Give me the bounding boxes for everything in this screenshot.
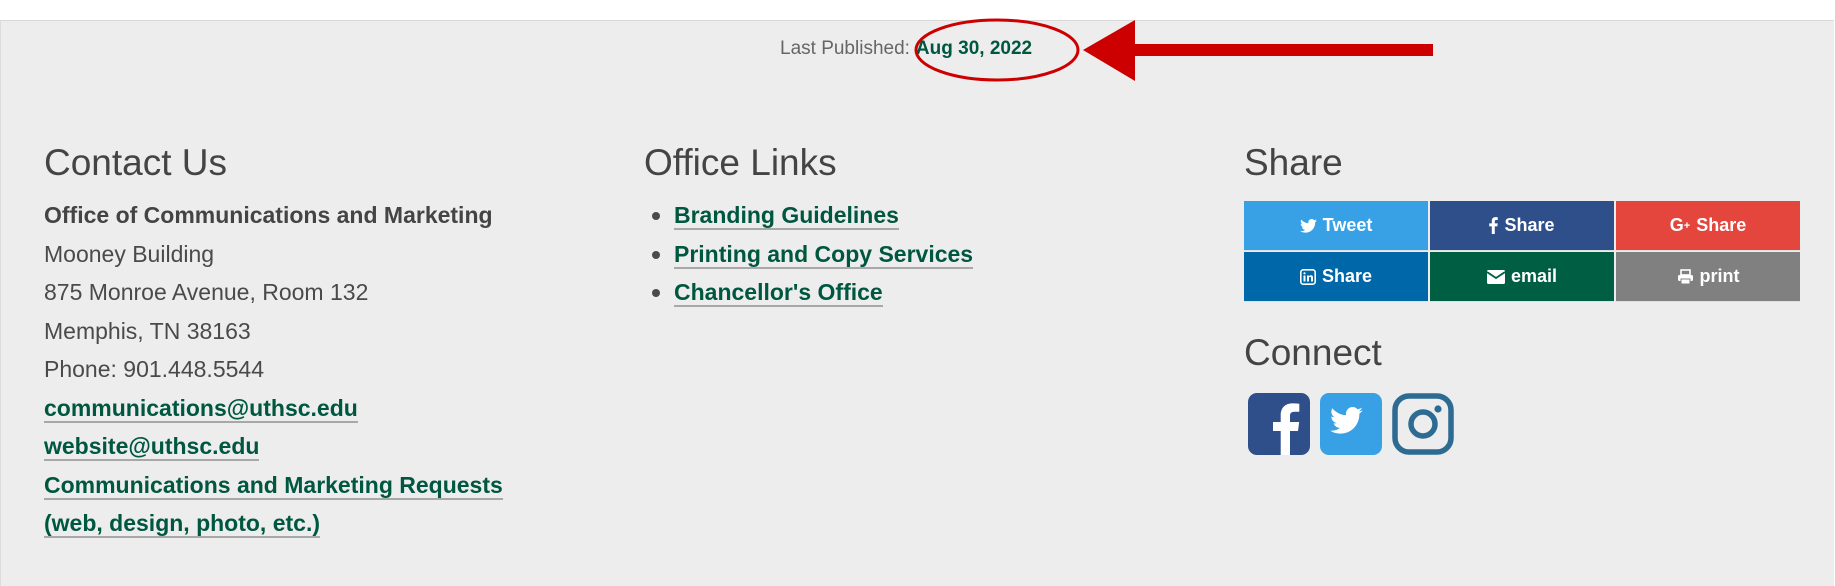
printing-copy-services-link[interactable]: Printing and Copy Services — [674, 240, 974, 269]
contact-us-heading: Contact Us — [44, 142, 228, 183]
connect-heading: Connect — [1244, 332, 1382, 373]
social-links — [1244, 393, 1804, 455]
office-link-item: Printing and Copy Services — [652, 235, 1144, 274]
print-button-label: print — [1699, 266, 1740, 286]
email-share-button[interactable]: email — [1430, 252, 1614, 302]
google-plus-share-label: Share — [1696, 215, 1747, 235]
office-name: Office of Communications and Marketing — [44, 202, 493, 228]
envelope-icon — [1486, 269, 1505, 284]
email-share-label: email — [1510, 266, 1558, 286]
instagram-icon[interactable] — [1392, 393, 1454, 455]
phone-number: Phone: 901.448.5544 — [44, 356, 264, 382]
branding-guidelines-link[interactable]: Branding Guidelines — [674, 202, 899, 230]
last-published: Last Published: Aug 30, 2022 — [780, 38, 1032, 60]
linkedin-icon — [1299, 268, 1316, 285]
street-address: 875 Monroe Avenue, Room 132 — [44, 279, 369, 305]
office-link-item: Chancellor's Office — [652, 273, 1144, 312]
share-section: Share Tweet Share G + Share Share email … — [1244, 140, 1804, 455]
google-plus-share-button[interactable]: G + Share — [1616, 201, 1800, 251]
page-top-strip — [0, 0, 1835, 20]
contact-us-section: Contact Us Office of Communications and … — [44, 140, 604, 543]
facebook-share-button[interactable]: Share — [1430, 201, 1614, 251]
last-published-label: Last Published: — [780, 38, 910, 59]
city-state-zip: Memphis, TN 38163 — [44, 317, 251, 344]
facebook-icon[interactable] — [1248, 393, 1310, 455]
office-links-list: Branding Guidelines Printing and Copy Se… — [644, 196, 1144, 312]
bullet-icon — [652, 212, 660, 220]
requests-link-line1[interactable]: Communications and Marketing Requests — [44, 471, 503, 500]
facebook-icon — [1489, 217, 1499, 234]
building-name: Mooney Building — [44, 240, 215, 267]
bullet-icon — [652, 250, 660, 259]
print-button[interactable]: print — [1616, 252, 1800, 302]
chancellors-office-link[interactable]: Chancellor's Office — [674, 279, 883, 307]
website-email-link[interactable]: website@uthsc.edu — [44, 433, 260, 461]
office-links-section: Office Links Branding Guidelines Printin… — [644, 140, 1144, 312]
share-buttons: Tweet Share G + Share Share email print — [1244, 201, 1800, 302]
office-link-item: Branding Guidelines — [652, 196, 1144, 235]
office-links-heading: Office Links — [644, 142, 837, 183]
print-icon — [1677, 268, 1694, 285]
twitter-icon[interactable] — [1320, 393, 1382, 455]
facebook-share-label: Share — [1504, 215, 1555, 235]
last-published-date: Aug 30, 2022 — [915, 38, 1033, 59]
communications-email-link[interactable]: communications@uthsc.edu — [44, 394, 358, 423]
requests-link-line2[interactable]: (web, design, photo, etc.) — [44, 510, 320, 538]
linkedin-share-button[interactable]: Share — [1244, 252, 1428, 302]
linkedin-share-label: Share — [1321, 266, 1373, 286]
tweet-button[interactable]: Tweet — [1244, 201, 1428, 251]
tweet-button-label: Tweet — [1322, 215, 1373, 235]
twitter-icon — [1299, 218, 1317, 233]
share-heading: Share — [1244, 142, 1343, 183]
google-plus-icon: G + — [1669, 215, 1691, 235]
bullet-icon — [652, 289, 660, 297]
